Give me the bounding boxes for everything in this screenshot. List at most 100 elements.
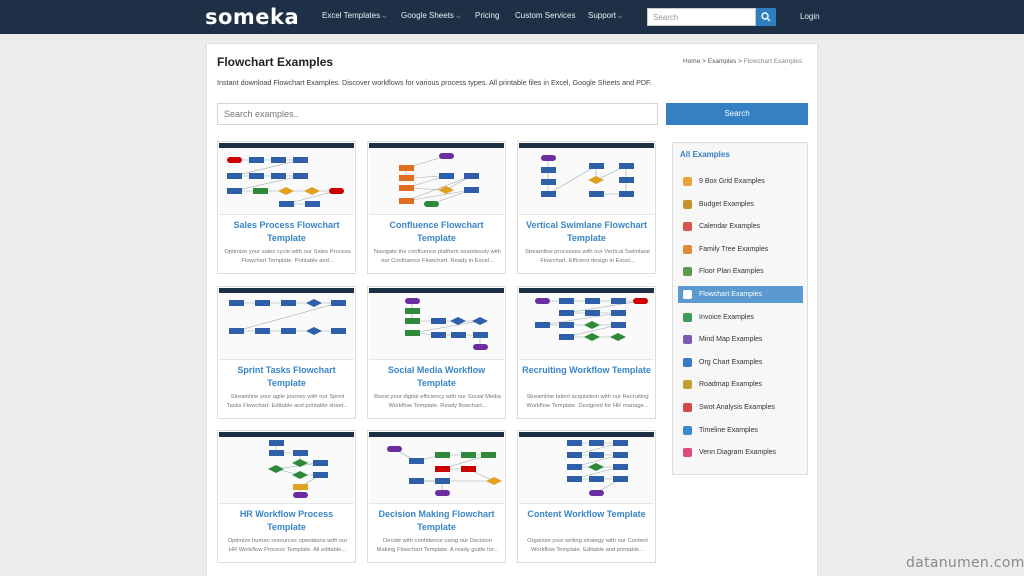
sidebar-item-label: Timeline Examples [699,426,758,434]
flowchart-preview-graphic [541,155,634,197]
example-card[interactable]: Decision Making Flowchart Template Decide… [367,430,506,563]
someka-logo[interactable]: someka [205,5,299,29]
example-card[interactable]: Sales Process Flowchart Template Optimize… [217,141,356,274]
sidebar-item-label: Org Chart Examples [699,358,763,366]
sidebar-item-roadmap-examples[interactable]: Roadmap Examples [678,376,803,393]
flowchart-shape [281,300,296,306]
flowchart-shape [431,332,446,338]
chevron-down-icon: ⌵ [382,14,387,20]
card-title[interactable]: Decision Making Flowchart Template [372,508,501,533]
card-thumbnail[interactable] [519,432,654,504]
example-card[interactable]: Content Workflow Template Organize your w… [517,430,656,563]
card-title[interactable]: Vertical Swimlane Flowchart Template [522,219,651,244]
sidebar-item-label: Roadmap Examples [699,381,763,389]
intro-text: Instant download Flowchart Examples. Dis… [217,78,652,87]
flowchart-preview-graphic [567,440,628,496]
nav-pricing[interactable]: Pricing [475,11,499,20]
login-link[interactable]: Login [800,12,820,21]
flowchart-shape [269,450,284,456]
flowchart-shape [541,155,556,161]
sidebar-item-flowchart-examples[interactable]: Flowchart Examples [678,286,803,303]
flowchart-preview-graphic [399,153,479,207]
flowchart-shape [269,440,284,446]
flowchart-shape [435,466,450,472]
card-title[interactable]: Recruiting Workflow Template [522,364,651,377]
example-card[interactable]: HR Workflow Process Template Optimize hum… [217,430,356,563]
flowchart-shape [405,330,420,336]
example-card[interactable]: Recruiting Workflow Template Streamline t… [517,286,656,419]
card-description: Optimize your sales cycle with our Sales… [224,249,351,264]
mind-map-icon [683,335,692,345]
card-title[interactable]: HR Workflow Process Template [222,508,351,533]
sidebar-item-label: Calendar Examples [699,223,761,231]
example-card[interactable]: Confluence Flowchart Template Navigate th… [367,141,506,274]
examples-search-button[interactable]: Search [666,103,808,125]
flowchart-shape [313,472,328,478]
breadcrumb-examples[interactable]: Examples [708,58,737,65]
card-title[interactable]: Social Media Workflow Template [372,364,501,389]
header-search-button[interactable] [756,8,776,26]
card-thumbnail[interactable] [369,288,504,360]
sidebar-item-label: Budget Examples [699,200,754,208]
sidebar-item-label: Venn Diagram Examples [699,449,777,457]
example-card[interactable]: Vertical Swimlane Flowchart Template Stre… [517,141,656,274]
sidebar-item-swot-analysis-examples[interactable]: Swot Analysis Examples [678,399,803,416]
top-navbar [0,0,1024,34]
flowchart-shape [464,173,479,179]
connector-line [233,159,301,177]
breadcrumb-home[interactable]: Home [683,58,700,65]
flowchart-shape [431,318,446,324]
nav-excel-templates[interactable]: Excel Templates ⌵ [322,11,387,21]
sidebar-item-venn-diagram-examples[interactable]: Venn Diagram Examples [678,444,803,461]
card-thumbnail[interactable] [519,288,654,360]
sidebar-item-invoice-examples[interactable]: Invoice Examples [678,309,803,326]
flowchart-shape [559,310,574,316]
card-thumbnail[interactable] [219,143,354,215]
timeline-icon [683,425,692,435]
card-title[interactable]: Sales Process Flowchart Template [222,219,351,244]
example-card[interactable]: Social Media Workflow Template Boost your… [367,286,506,419]
nav-google-sheets[interactable]: Google Sheets ⌵ [401,11,461,21]
sidebar-item-9-box-grid-examples[interactable]: 9 Box Grid Examples [678,173,803,190]
sidebar-item-floor-plan-examples[interactable]: Floor Plan Examples [678,263,803,280]
card-thumbnail[interactable] [219,432,354,504]
flowchart-shape [589,440,604,446]
sidebar-item-budget-examples[interactable]: Budget Examples [678,196,803,213]
card-thumbnail[interactable] [219,288,354,360]
flowchart-shape [253,188,268,194]
card-title[interactable]: Content Workflow Template [522,508,651,521]
flowchart-shape [589,191,604,197]
sidebar-item-org-chart-examples[interactable]: Org Chart Examples [678,354,803,371]
flowchart-shape [306,327,322,335]
example-card[interactable]: Sprint Tasks Flowchart Template Streamlin… [217,286,356,419]
flowchart-shape [473,332,488,338]
sidebar-item-calendar-examples[interactable]: Calendar Examples [678,218,803,235]
header-search-input[interactable]: Search [647,8,756,26]
flowchart-shape [399,198,414,204]
card-description: Organize your writing strategy with our … [527,538,648,553]
flowchart-shape [451,332,466,338]
card-title[interactable]: Sprint Tasks Flowchart Template [222,364,351,389]
sidebar-heading[interactable]: All Examples [680,150,730,159]
flowchart-shape [293,173,308,179]
flowchart-shape [249,173,264,179]
sidebar-item-family-tree-examples[interactable]: Family Tree Examples [678,241,803,258]
nav-custom-services[interactable]: Custom Services [515,11,575,20]
sidebar-item-timeline-examples[interactable]: Timeline Examples [678,422,803,439]
connector-line [405,189,472,202]
card-thumbnail[interactable] [519,143,654,215]
flowchart-shape [473,344,488,350]
flowchart-shape [633,298,648,304]
nav-label: Excel Templates [322,11,381,20]
breadcrumb: Home > Examples > Flowchart Examples [683,58,802,65]
sidebar-item-mind-map-examples[interactable]: Mind Map Examples [678,331,803,348]
flowchart-shape [227,173,242,179]
examples-search-input[interactable]: Search examples.. [217,103,658,125]
nav-support[interactable]: Support ⌵ [588,11,623,21]
card-thumbnail[interactable] [369,432,504,504]
sidebar-item-label: Floor Plan Examples [699,268,764,276]
card-thumbnail[interactable] [369,143,504,215]
flowchart-shape [229,328,244,334]
flowchart-shape [439,173,454,179]
card-title[interactable]: Confluence Flowchart Template [372,219,501,244]
